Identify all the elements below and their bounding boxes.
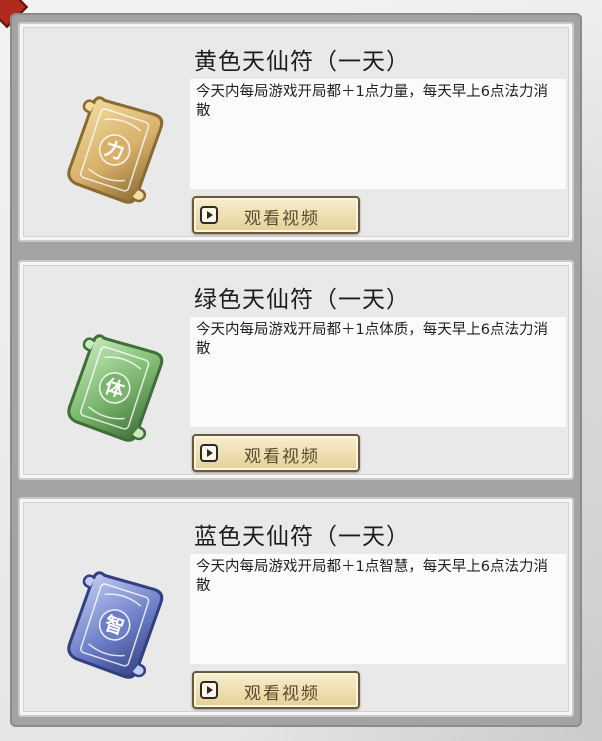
description-box: 今天内每局游戏开局都＋1点体质，每天早上6点法力消散	[190, 317, 566, 427]
yellow-talisman-scroll-icon: 力	[67, 96, 164, 204]
watch-video-button[interactable]: 观看视频	[192, 671, 360, 709]
green-talisman-scroll-icon: 体	[67, 334, 164, 442]
talisman-card-green: 体 绿色天仙符（一天） 今天内每局游戏开局都＋1点体质，每天早上6点法力消散 观…	[18, 260, 574, 480]
watch-video-button[interactable]: 观看视频	[192, 434, 360, 472]
video-play-icon	[200, 681, 218, 699]
watch-video-label: 观看视频	[244, 209, 320, 229]
video-play-icon	[200, 444, 218, 462]
talisman-card-blue: 智 蓝色天仙符（一天） 今天内每局游戏开局都＋1点智慧，每天早上6点法力消散 观…	[18, 497, 574, 717]
description-box: 今天内每局游戏开局都＋1点力量，每天早上6点法力消散	[190, 79, 566, 189]
description-box: 今天内每局游戏开局都＋1点智慧，每天早上6点法力消散	[190, 554, 566, 664]
talisman-title: 黄色天仙符（一天）	[194, 49, 410, 75]
watch-video-label: 观看视频	[244, 447, 320, 467]
talisman-title: 蓝色天仙符（一天）	[194, 524, 410, 550]
watch-video-button[interactable]: 观看视频	[192, 196, 360, 234]
blue-talisman-scroll-icon: 智	[67, 571, 164, 679]
talisman-description: 今天内每局游戏开局都＋1点体质，每天早上6点法力消散	[196, 322, 548, 357]
talisman-card-yellow: 力 黄色天仙符（一天） 今天内每局游戏开局都＋1点力量，每天早上6点法力消散 观…	[18, 22, 574, 242]
talisman-description: 今天内每局游戏开局都＋1点力量，每天早上6点法力消散	[196, 84, 548, 119]
talisman-title: 绿色天仙符（一天）	[194, 287, 410, 313]
watch-video-label: 观看视频	[244, 684, 320, 704]
video-play-icon	[200, 206, 218, 224]
talisman-description: 今天内每局游戏开局都＋1点智慧，每天早上6点法力消散	[196, 559, 548, 594]
